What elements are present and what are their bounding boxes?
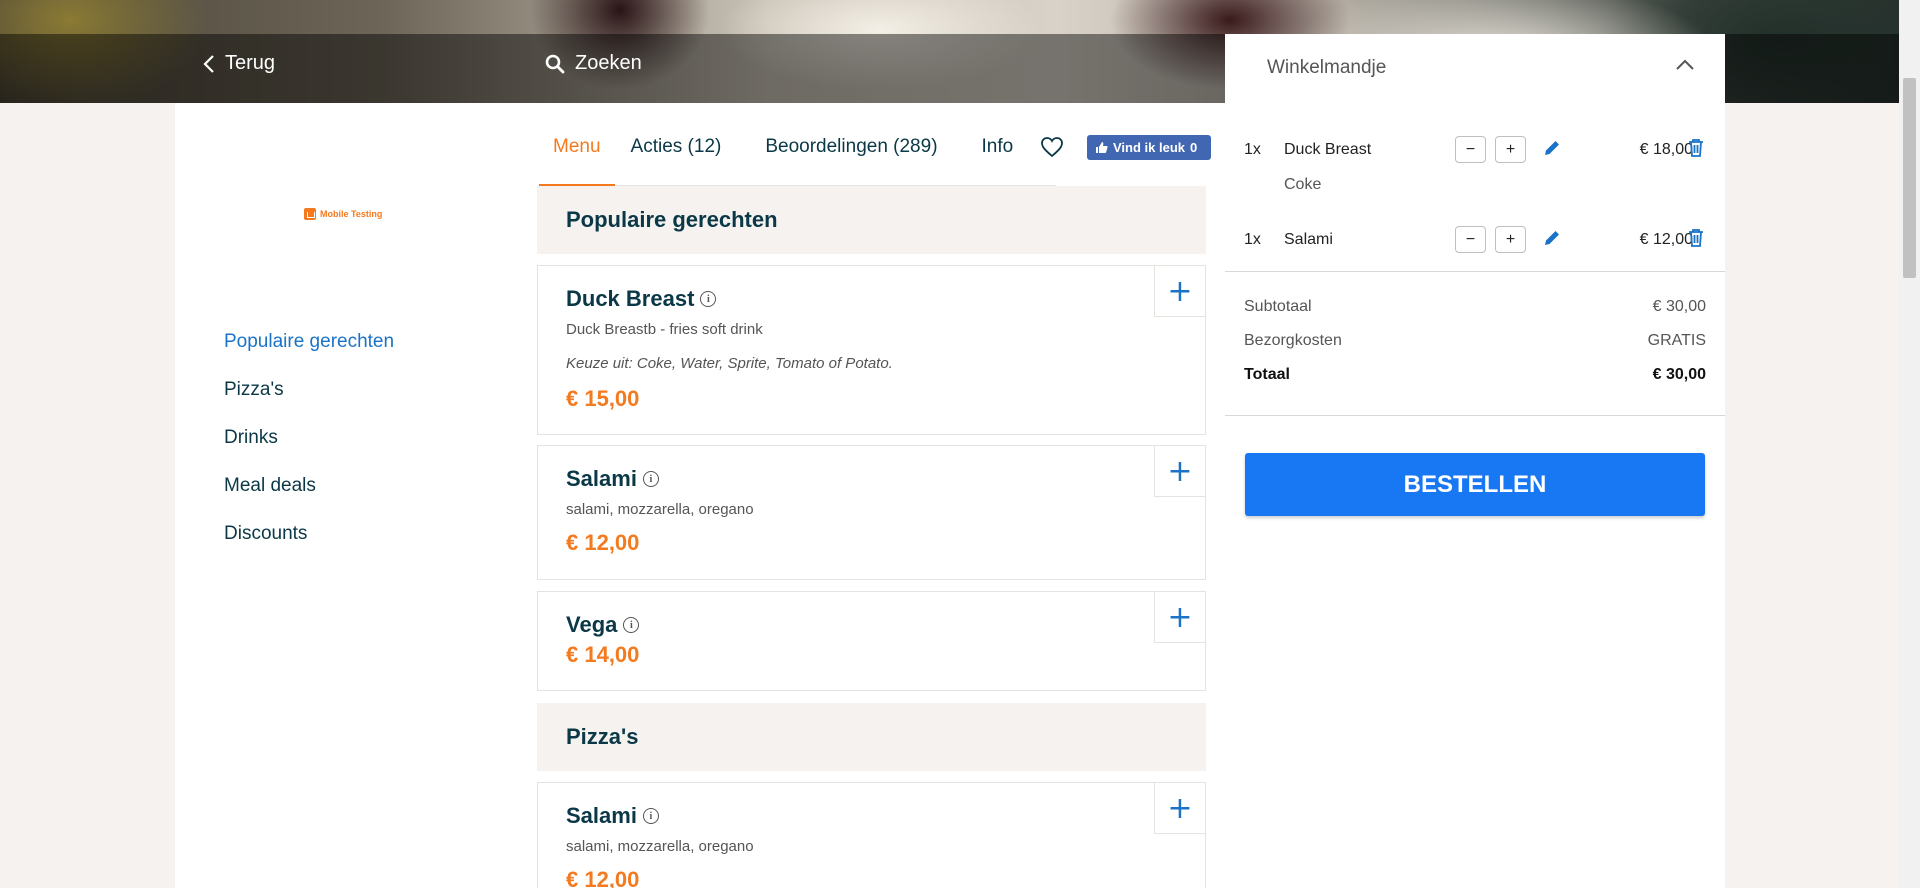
logo-text: Mobile Testing (320, 209, 383, 219)
order-button[interactable]: BESTELLEN (1245, 453, 1705, 516)
info-icon[interactable]: i (642, 808, 659, 824)
search-label: Zoeken (575, 52, 642, 74)
category-item-drinks[interactable]: Drinks (224, 423, 394, 471)
facebook-like-label: Vind ik leuk (1113, 140, 1186, 155)
dish-description: Duck Breastb - fries soft drink (566, 321, 763, 338)
total-label: Totaal (1244, 366, 1290, 383)
divider (1225, 271, 1725, 272)
dish-price: € 12,00 (566, 867, 640, 888)
dish-name-text: Salami (566, 466, 637, 491)
category-item-discounts[interactable]: Discounts (224, 519, 394, 567)
facebook-like-count: 0 (1190, 140, 1198, 155)
dish-name-text: Vega (566, 612, 618, 637)
dish-name: Duck Breast i (566, 286, 717, 312)
decrease-button[interactable]: − (1455, 136, 1486, 163)
heart-icon[interactable] (1040, 136, 1064, 158)
total-row: Totaal € 30,00 (1244, 366, 1706, 384)
plus-icon: + (1167, 273, 1193, 309)
tab-info[interactable]: Info (952, 128, 1028, 186)
cart-item-price: € 12,00 (1639, 231, 1693, 248)
category-item-pizzas[interactable]: Pizza's (224, 375, 394, 423)
subtotal-value: € 30,00 (1652, 298, 1706, 315)
info-icon[interactable]: i (623, 617, 640, 633)
cart-item-price: € 18,00 (1639, 141, 1693, 158)
section-title-pizzas: Pizza's (537, 703, 1206, 771)
cart-item-name: Duck Breast (1284, 141, 1372, 158)
cart-item: 1x Duck Breast Coke − + € 18,00 (1225, 136, 1725, 211)
plus-icon: + (1167, 453, 1193, 489)
facebook-like-button[interactable]: Vind ik leuk 0 (1087, 135, 1211, 160)
dish-description: salami, mozzarella, oregano (566, 838, 754, 855)
increase-button[interactable]: + (1495, 136, 1526, 163)
page-scrollbar[interactable] (1899, 0, 1920, 888)
store-icon (304, 208, 316, 220)
cart-title: Winkelmandje (1267, 57, 1387, 78)
info-icon[interactable]: i (700, 291, 717, 307)
thumbs-up-icon (1096, 142, 1108, 153)
dish-name-text: Salami (566, 803, 637, 828)
dish-description: salami, mozzarella, oregano (566, 501, 754, 518)
increase-button[interactable]: + (1495, 226, 1526, 253)
add-button[interactable]: + (1154, 591, 1206, 643)
delivery-value: GRATIS (1647, 332, 1706, 349)
dish-price: € 15,00 (566, 386, 640, 411)
tab-menu[interactable]: Menu (539, 128, 615, 187)
tab-acties[interactable]: Acties (12) (615, 128, 736, 186)
restaurant-logo: Mobile Testing (304, 208, 382, 220)
delivery-row: Bezorgkosten GRATIS (1244, 332, 1706, 350)
dish-name: Salami i (566, 466, 659, 492)
decrease-button[interactable]: − (1455, 226, 1486, 253)
dish-card[interactable]: Salami i salami, mozzarella, oregano € 1… (537, 782, 1206, 888)
info-icon[interactable]: i (642, 471, 659, 487)
trash-icon[interactable] (1687, 228, 1705, 248)
dish-card[interactable]: Duck Breast i Duck Breastb - fries soft … (537, 265, 1206, 435)
subtotal-row: Subtotaal € 30,00 (1244, 298, 1706, 316)
cart-item-option: Coke (1284, 176, 1322, 193)
dish-card[interactable]: Salami i salami, mozzarella, oregano € 1… (537, 445, 1206, 580)
dish-name: Vega i (566, 612, 640, 638)
total-value: € 30,00 (1652, 366, 1706, 383)
cart-header[interactable]: Winkelmandje (1225, 34, 1725, 102)
scrollbar-thumb[interactable] (1903, 78, 1916, 278)
cart-panel: Winkelmandje 1x Duck Breast Coke − + € 1… (1225, 34, 1725, 888)
dish-price: € 12,00 (566, 530, 640, 555)
cart-item-qty: 1x (1244, 231, 1261, 248)
cart-item: 1x Salami − + € 12,00 (1225, 226, 1725, 261)
search-button[interactable]: Zoeken (545, 52, 642, 75)
delivery-label: Bezorgkosten (1244, 332, 1342, 349)
add-button[interactable]: + (1154, 265, 1206, 317)
plus-icon: + (1167, 599, 1193, 635)
menu-tabs: Menu Acties (12) Beoordelingen (289) Inf… (539, 128, 1056, 187)
cart-item-qty: 1x (1244, 141, 1261, 158)
pencil-icon[interactable] (1542, 228, 1562, 248)
section-title-populaire: Populaire gerechten (537, 186, 1206, 254)
back-label: Terug (225, 52, 276, 74)
add-button[interactable]: + (1154, 782, 1206, 834)
dish-price: € 14,00 (566, 642, 640, 667)
plus-icon: + (1167, 790, 1193, 826)
category-nav: Populaire gerechten Pizza's Drinks Meal … (224, 327, 394, 567)
back-button[interactable]: Terug (203, 52, 275, 75)
tab-beoordelingen[interactable]: Beoordelingen (289) (735, 128, 951, 186)
dish-choice: Keuze uit: Coke, Water, Sprite, Tomato o… (566, 355, 893, 372)
pencil-icon[interactable] (1542, 138, 1562, 158)
chevron-up-icon[interactable] (1675, 59, 1695, 71)
subtotal-label: Subtotaal (1244, 298, 1312, 315)
divider (1225, 415, 1725, 416)
dish-name: Salami i (566, 803, 659, 829)
add-button[interactable]: + (1154, 445, 1206, 497)
search-icon (545, 54, 565, 73)
category-item-meal-deals[interactable]: Meal deals (224, 471, 394, 519)
cart-item-name: Salami (1284, 231, 1333, 248)
trash-icon[interactable] (1687, 138, 1705, 158)
category-item-populaire[interactable]: Populaire gerechten (224, 327, 394, 375)
chevron-left-icon (203, 54, 214, 73)
dish-card[interactable]: Vega i € 14,00 + (537, 591, 1206, 691)
dish-name-text: Duck Breast (566, 286, 695, 311)
